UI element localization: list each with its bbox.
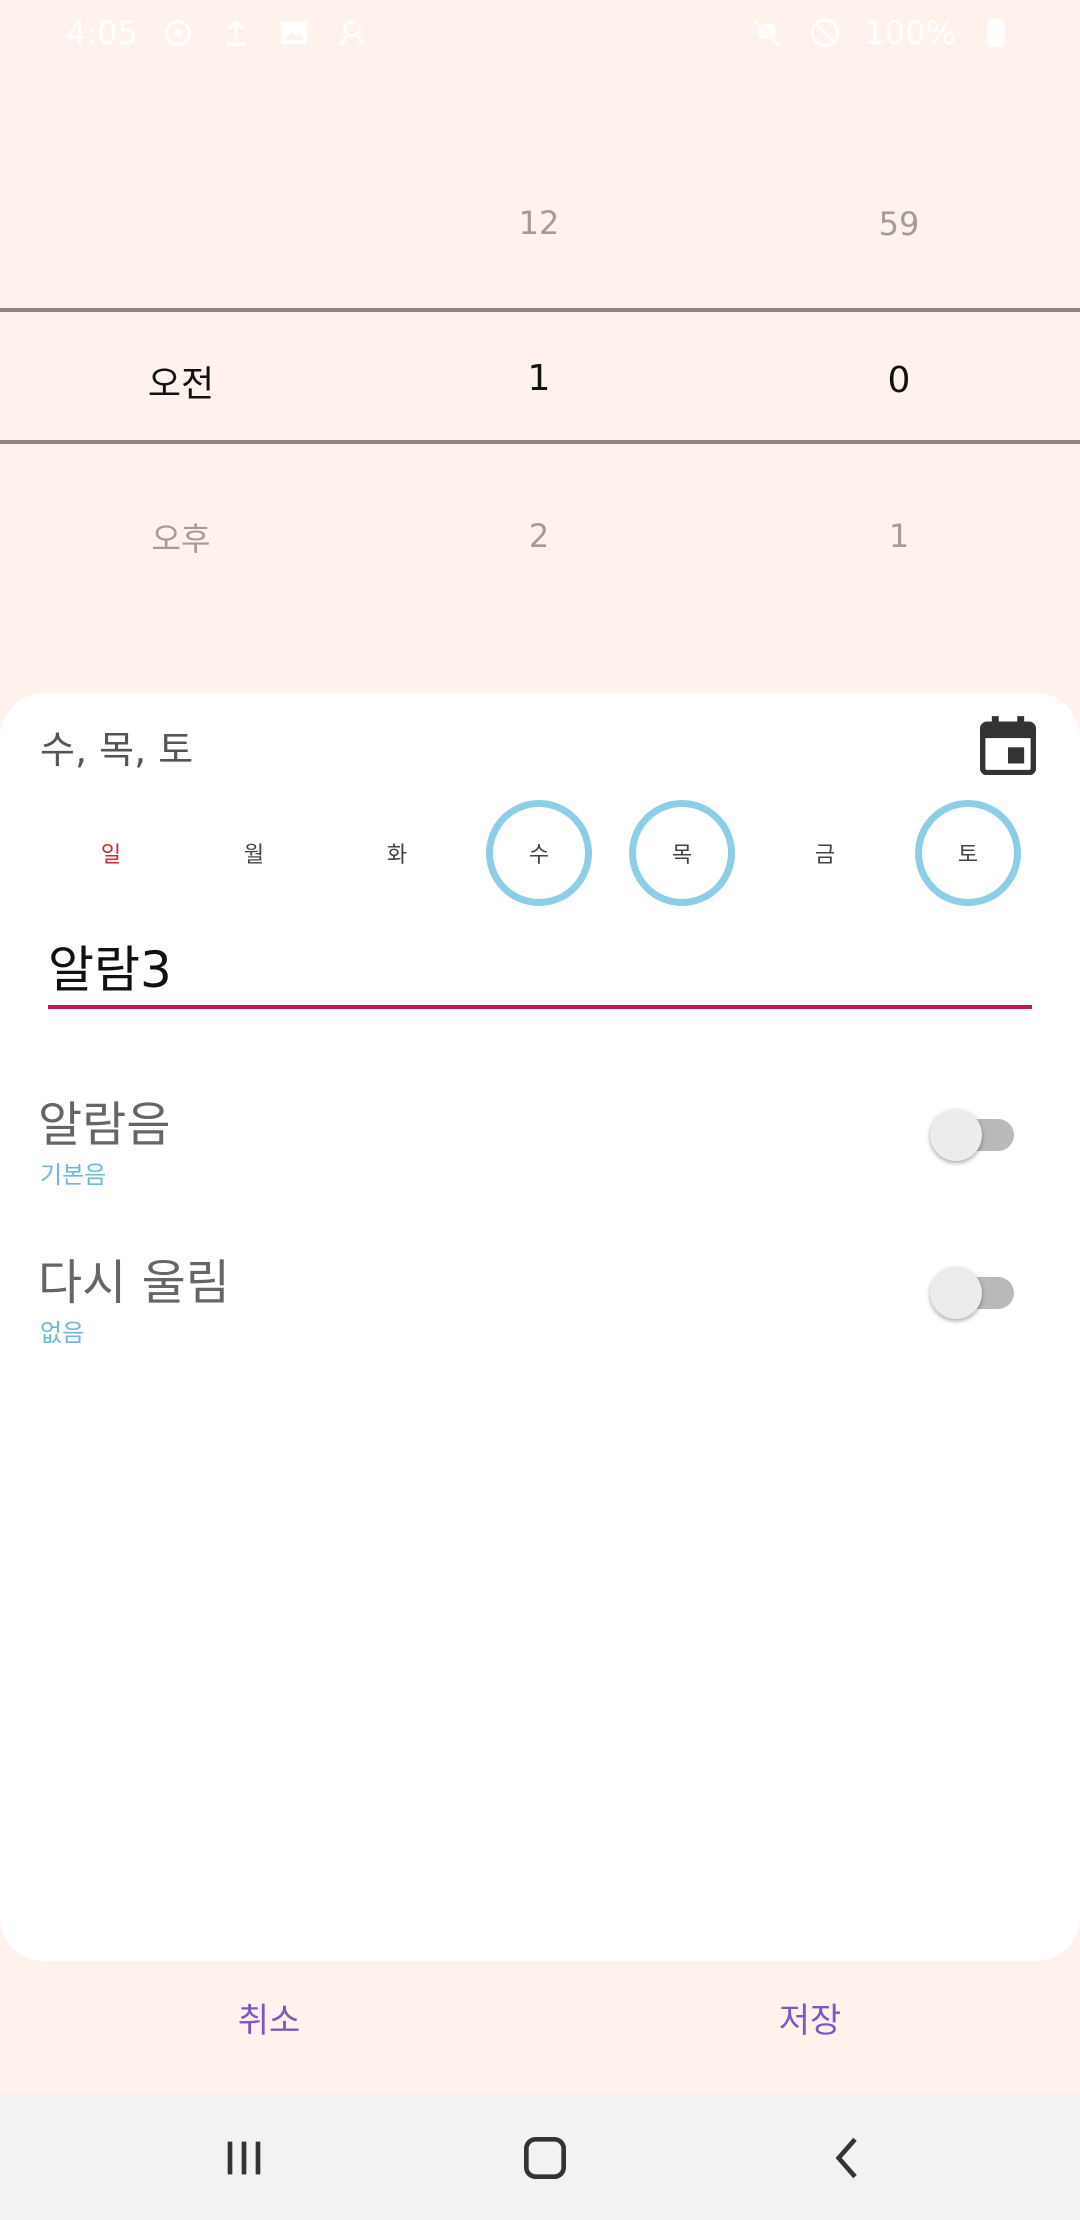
sync-icon [160,15,196,51]
period-selected[interactable]: 오전 [81,355,281,407]
day-sunday[interactable]: 일 [58,800,164,906]
recents-icon [227,2141,261,2175]
battery-icon [978,15,1014,51]
cancel-button[interactable]: 취소 [218,1985,321,2050]
alarm-sound-subtitle: 기본음 [40,1161,107,1189]
day-selector: 일 월 화 수 목 금 토 [40,800,1040,906]
snooze-toggle[interactable] [930,1267,1014,1319]
status-right: 100% [749,14,1014,52]
toggle-thumb [930,1109,982,1161]
day-saturday[interactable]: 토 [915,800,1021,906]
calendar-icon [979,716,1037,776]
minute-below[interactable]: 1 [799,517,999,555]
snooze-row[interactable]: 다시 울림 없음 [0,1243,1080,1363]
day-tuesday[interactable]: 화 [344,800,450,906]
home-button[interactable] [515,2128,575,2188]
day-wednesday[interactable]: 수 [486,800,592,906]
snooze-subtitle: 없음 [40,1319,85,1347]
status-left: 4:05 [66,14,370,52]
calendar-button[interactable] [979,715,1037,776]
hour-above[interactable]: 12 [439,204,639,242]
status-time: 4:05 [66,14,138,52]
mute-icon [749,15,785,51]
alarm-name-input[interactable] [48,931,1032,1001]
day-friday[interactable]: 금 [772,800,878,906]
back-button[interactable] [818,2128,878,2188]
time-picker[interactable]: 오전 오후 12 1 2 59 0 1 [0,150,1080,630]
save-button[interactable]: 저장 [759,1985,862,2050]
dnd-icon [807,15,843,51]
snooze-title: 다시 울림 [38,1255,230,1311]
system-nav-bar [0,2094,1080,2220]
home-icon [524,2137,566,2179]
alarm-sound-title: 알람음 [38,1097,171,1153]
day-monday[interactable]: 월 [201,800,307,906]
minute-selected[interactable]: 0 [799,360,999,401]
battery-percent: 100% [864,14,956,52]
repeat-days-summary: 수, 목, 토 [40,728,194,772]
hour-selected[interactable]: 1 [439,358,639,399]
alarm-sound-row[interactable]: 알람음 기본음 [0,1085,1080,1205]
alarm-settings-sheet: 수, 목, 토 일 월 화 수 목 금 토 알람음 기본음 다시 울림 없음 [0,693,1080,1961]
image-icon [276,15,312,51]
recents-button[interactable] [214,2128,274,2188]
period-below[interactable]: 오후 [81,514,281,560]
alarm-sound-toggle[interactable] [930,1109,1014,1161]
hour-below[interactable]: 2 [439,517,639,555]
account-icon [334,15,370,51]
minute-above[interactable]: 59 [799,205,999,243]
toggle-thumb [930,1267,982,1319]
day-thursday[interactable]: 목 [629,800,735,906]
picker-divider-bottom [0,440,1080,444]
back-icon [835,2137,857,2179]
action-bar: 취소 저장 [0,1985,1080,2065]
upload-icon [218,15,254,51]
status-bar: 4:05 100% [0,0,1080,66]
alarm-name-underline [48,1005,1032,1009]
picker-divider-top [0,308,1080,312]
